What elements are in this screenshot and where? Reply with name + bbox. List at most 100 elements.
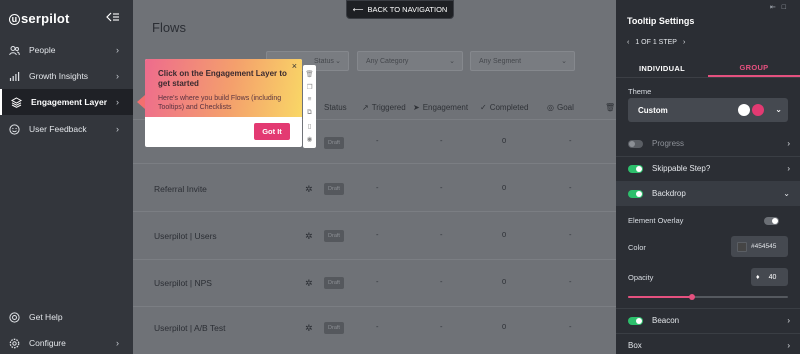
logo-text: serpilot — [21, 11, 70, 26]
trash-icon[interactable]: 🗑 — [605, 103, 615, 112]
opacity-slider-handle[interactable] — [689, 294, 695, 300]
engagement-value: - — [440, 136, 443, 145]
completed-value: 0 — [502, 230, 507, 239]
gear-icon[interactable]: ✲ — [305, 278, 313, 289]
column-header-triggered[interactable]: ↗ Triggered — [362, 103, 406, 112]
element-overlay-label: Element Overlay — [628, 216, 684, 225]
category-filter[interactable]: Any Category ⌄ — [357, 51, 463, 71]
delete-icon[interactable]: 🗑 — [305, 70, 313, 78]
box-row[interactable]: Box › — [616, 333, 800, 354]
droplet-icon: ♦ — [756, 273, 760, 281]
backdrop-row[interactable]: Backdrop ⌄ — [616, 181, 800, 206]
opacity-slider-fill — [628, 296, 692, 298]
completed-value: 0 — [502, 136, 507, 145]
people-icon — [8, 44, 20, 56]
skippable-toggle[interactable] — [628, 164, 643, 173]
copy-icon[interactable]: ❐ — [307, 83, 313, 91]
engagement-value: - — [440, 322, 443, 331]
gear-icon[interactable]: ✲ — [305, 231, 313, 242]
flows-main: Flows ⟵ BACK TO NAVIGATION Status ⌄ Any … — [133, 0, 616, 354]
sidebar-item-label: Growth Insights — [29, 71, 89, 81]
theme-swatch-white — [738, 104, 750, 116]
triggered-value: - — [376, 136, 379, 145]
divider — [133, 306, 616, 307]
chevron-right-icon: › — [116, 71, 119, 81]
flow-name[interactable]: Userpilot | A/B Test — [154, 323, 226, 333]
tab-group[interactable]: GROUP — [708, 60, 800, 77]
tab-individual[interactable]: INDIVIDUAL — [616, 60, 708, 77]
engagement-value: - — [440, 183, 443, 192]
theme-select[interactable]: Custom ⌄ — [628, 98, 788, 122]
sidebar-item-configure[interactable]: Configure › — [0, 330, 133, 354]
step-counter: 1 OF 1 STEP — [635, 39, 677, 46]
skippable-row[interactable]: Skippable Step? › — [616, 156, 800, 181]
column-header-engagement[interactable]: ➤ Engagement — [413, 103, 468, 112]
element-overlay-toggle[interactable] — [764, 217, 779, 225]
goal-value: - — [569, 277, 572, 286]
opacity-value: 40 — [768, 273, 777, 281]
triggered-value: - — [376, 277, 379, 286]
expand-icon[interactable]: □ — [782, 4, 792, 11]
panel-title: Tooltip Settings — [627, 16, 695, 26]
flow-name[interactable]: Referral Invite — [154, 184, 207, 194]
target-icon[interactable]: ◉ — [307, 135, 313, 143]
align-icon[interactable]: ≡ — [308, 96, 312, 103]
divider — [616, 77, 800, 78]
bookmark-icon[interactable]: ▯ — [308, 122, 312, 130]
sidebar-item-growth-insights[interactable]: Growth Insights › — [0, 63, 133, 89]
chevron-right-icon: › — [787, 139, 790, 148]
opacity-input[interactable]: ♦ 40 — [751, 268, 788, 286]
chevron-right-icon[interactable]: › — [683, 39, 685, 46]
flow-name[interactable]: Userpilot | Users — [154, 231, 217, 241]
chevron-down-icon: ⌄ — [561, 58, 567, 65]
goal-value: - — [569, 230, 572, 239]
collapse-sidebar-icon[interactable] — [106, 12, 122, 22]
row-label: Box — [628, 341, 642, 350]
opacity-label: Opacity — [628, 273, 654, 282]
progress-toggle[interactable] — [628, 139, 643, 148]
chevron-down-icon: ⌄ — [783, 189, 790, 198]
sidebar-item-user-feedback[interactable]: User Feedback › — [0, 116, 133, 142]
back-to-navigation-button[interactable]: ⟵ BACK TO NAVIGATION — [346, 0, 454, 19]
chevron-right-icon: › — [787, 316, 790, 325]
step-navigator: ‹ 1 OF 1 STEP › — [627, 39, 685, 46]
beacon-toggle[interactable] — [628, 316, 643, 325]
backdrop-toggle[interactable] — [628, 189, 643, 198]
column-header-goal[interactable]: ◎ Goal — [547, 103, 574, 112]
divider — [133, 211, 616, 212]
tooltip-toolbar: 🗑 ❐ ≡ ⧉ ▯ ◉ — [303, 65, 316, 148]
progress-row[interactable]: Progress › — [616, 131, 800, 156]
logo[interactable]: u serpilot — [9, 11, 70, 26]
opacity-slider[interactable] — [628, 294, 788, 300]
column-header-status[interactable]: Status — [324, 103, 347, 112]
chevron-right-icon: › — [116, 338, 119, 348]
engagement-value: - — [440, 277, 443, 286]
beacon-row[interactable]: Beacon › — [616, 308, 800, 333]
sidebar-item-label: User Feedback — [29, 124, 87, 134]
status-badge: Draft — [324, 137, 344, 149]
column-header-completed[interactable]: ✓ Completed — [480, 103, 528, 112]
arrow-left-icon: ⟵ — [352, 5, 364, 14]
sidebar-item-engagement-layer[interactable]: Engagement Layer › — [0, 89, 133, 115]
layers-icon — [10, 96, 22, 108]
sidebar-item-people[interactable]: People › — [0, 37, 133, 63]
flow-name[interactable]: Userpilot | NPS — [154, 278, 212, 288]
sidebar-item-get-help[interactable]: Get Help — [0, 304, 133, 330]
close-icon[interactable]: × — [292, 61, 297, 71]
tooltip-body: Here's where you build Flows (including … — [158, 95, 282, 111]
engagement-value: - — [440, 230, 443, 239]
duplicate-icon[interactable]: ⧉ — [307, 109, 312, 117]
row-label: Beacon — [652, 316, 680, 325]
status-badge: Draft — [324, 183, 344, 195]
row-label: Backdrop — [652, 189, 686, 198]
smiley-icon — [8, 123, 20, 135]
triggered-value: - — [376, 322, 379, 331]
chevron-right-icon: › — [116, 45, 119, 55]
chevron-left-icon[interactable]: ‹ — [627, 39, 629, 46]
color-picker[interactable]: #454545 — [731, 236, 788, 257]
gear-icon[interactable]: ✲ — [305, 323, 313, 334]
dock-icon[interactable]: ⇤ — [770, 4, 782, 11]
gear-icon[interactable]: ✲ — [305, 184, 313, 195]
segment-filter[interactable]: Any Segment ⌄ — [470, 51, 575, 71]
got-it-button[interactable]: Got It — [254, 123, 290, 140]
